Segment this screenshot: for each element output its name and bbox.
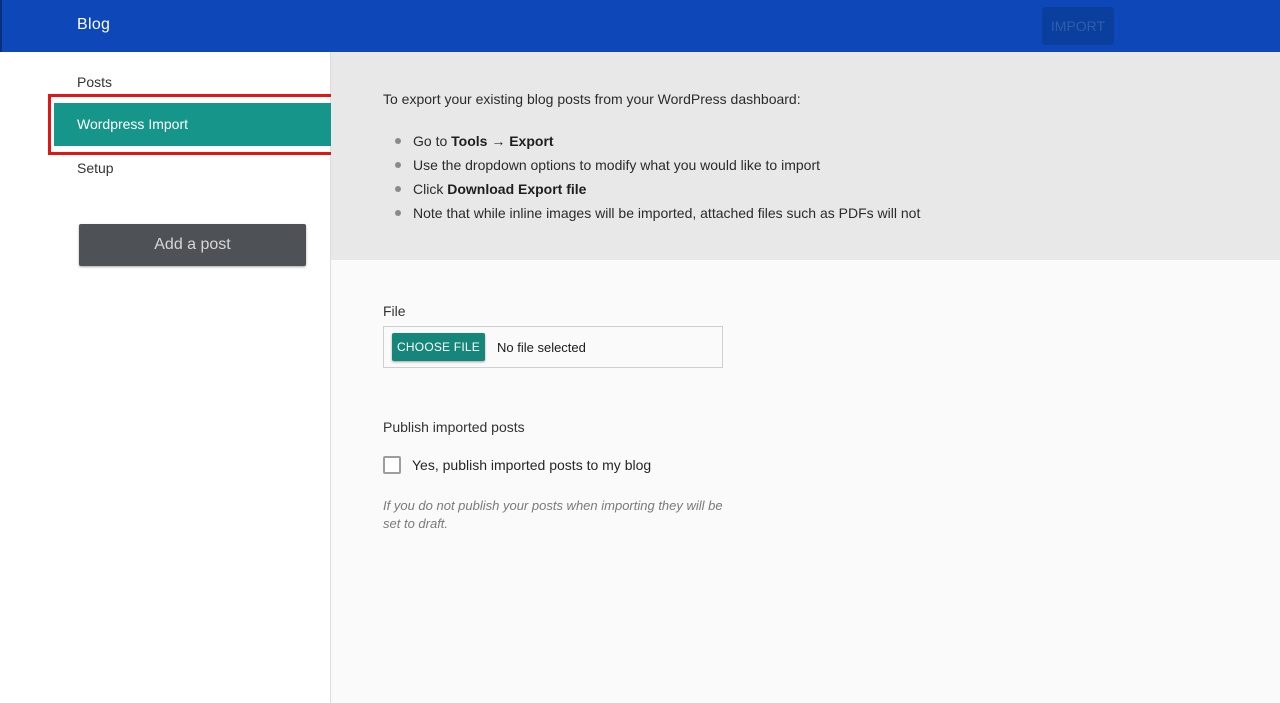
export-instructions-panel: To export your existing blog posts from … (331, 52, 1280, 260)
sidebar-item-setup[interactable]: Setup (77, 160, 114, 176)
file-field-label: File (383, 303, 406, 319)
file-status-text: No file selected (497, 340, 586, 355)
sidebar: Posts Wordpress Import Setup Add a post (0, 52, 338, 703)
file-input[interactable]: CHOOSE FILE No file selected (383, 326, 723, 368)
tools-menu-name: Tools (451, 133, 488, 149)
import-button[interactable]: IMPORT (1042, 7, 1114, 45)
choose-file-button[interactable]: CHOOSE FILE (392, 333, 485, 361)
instructions-intro: To export your existing blog posts from … (383, 91, 801, 107)
instruction-step-3: Click Download Export file (383, 181, 920, 205)
sidebar-item-wordpress-import[interactable]: Wordpress Import (54, 103, 331, 146)
app-title: Blog (77, 16, 111, 33)
top-app-bar: Blog IMPORT (0, 0, 1280, 52)
publish-checkbox-label[interactable]: Yes, publish imported posts to my blog (412, 457, 651, 473)
add-post-button[interactable]: Add a post (79, 224, 306, 266)
publish-hint-text: If you do not publish your posts when im… (383, 498, 723, 531)
instruction-step-2: Use the dropdown options to modify what … (383, 157, 920, 181)
instructions-list: Go to Tools → Export Use the dropdown op… (383, 133, 920, 229)
publish-checkbox[interactable] (383, 456, 401, 474)
arrow-icon: → (487, 133, 510, 149)
download-export-file-name: Download Export file (447, 181, 587, 197)
instruction-step-4: Note that while inline images will be im… (383, 205, 920, 229)
publish-section-label: Publish imported posts (383, 419, 525, 435)
instruction-step-1: Go to Tools → Export (383, 133, 920, 157)
topbar-edge (0, 0, 2, 52)
export-menu-name: Export (509, 133, 554, 149)
sidebar-item-posts[interactable]: Posts (77, 74, 112, 90)
